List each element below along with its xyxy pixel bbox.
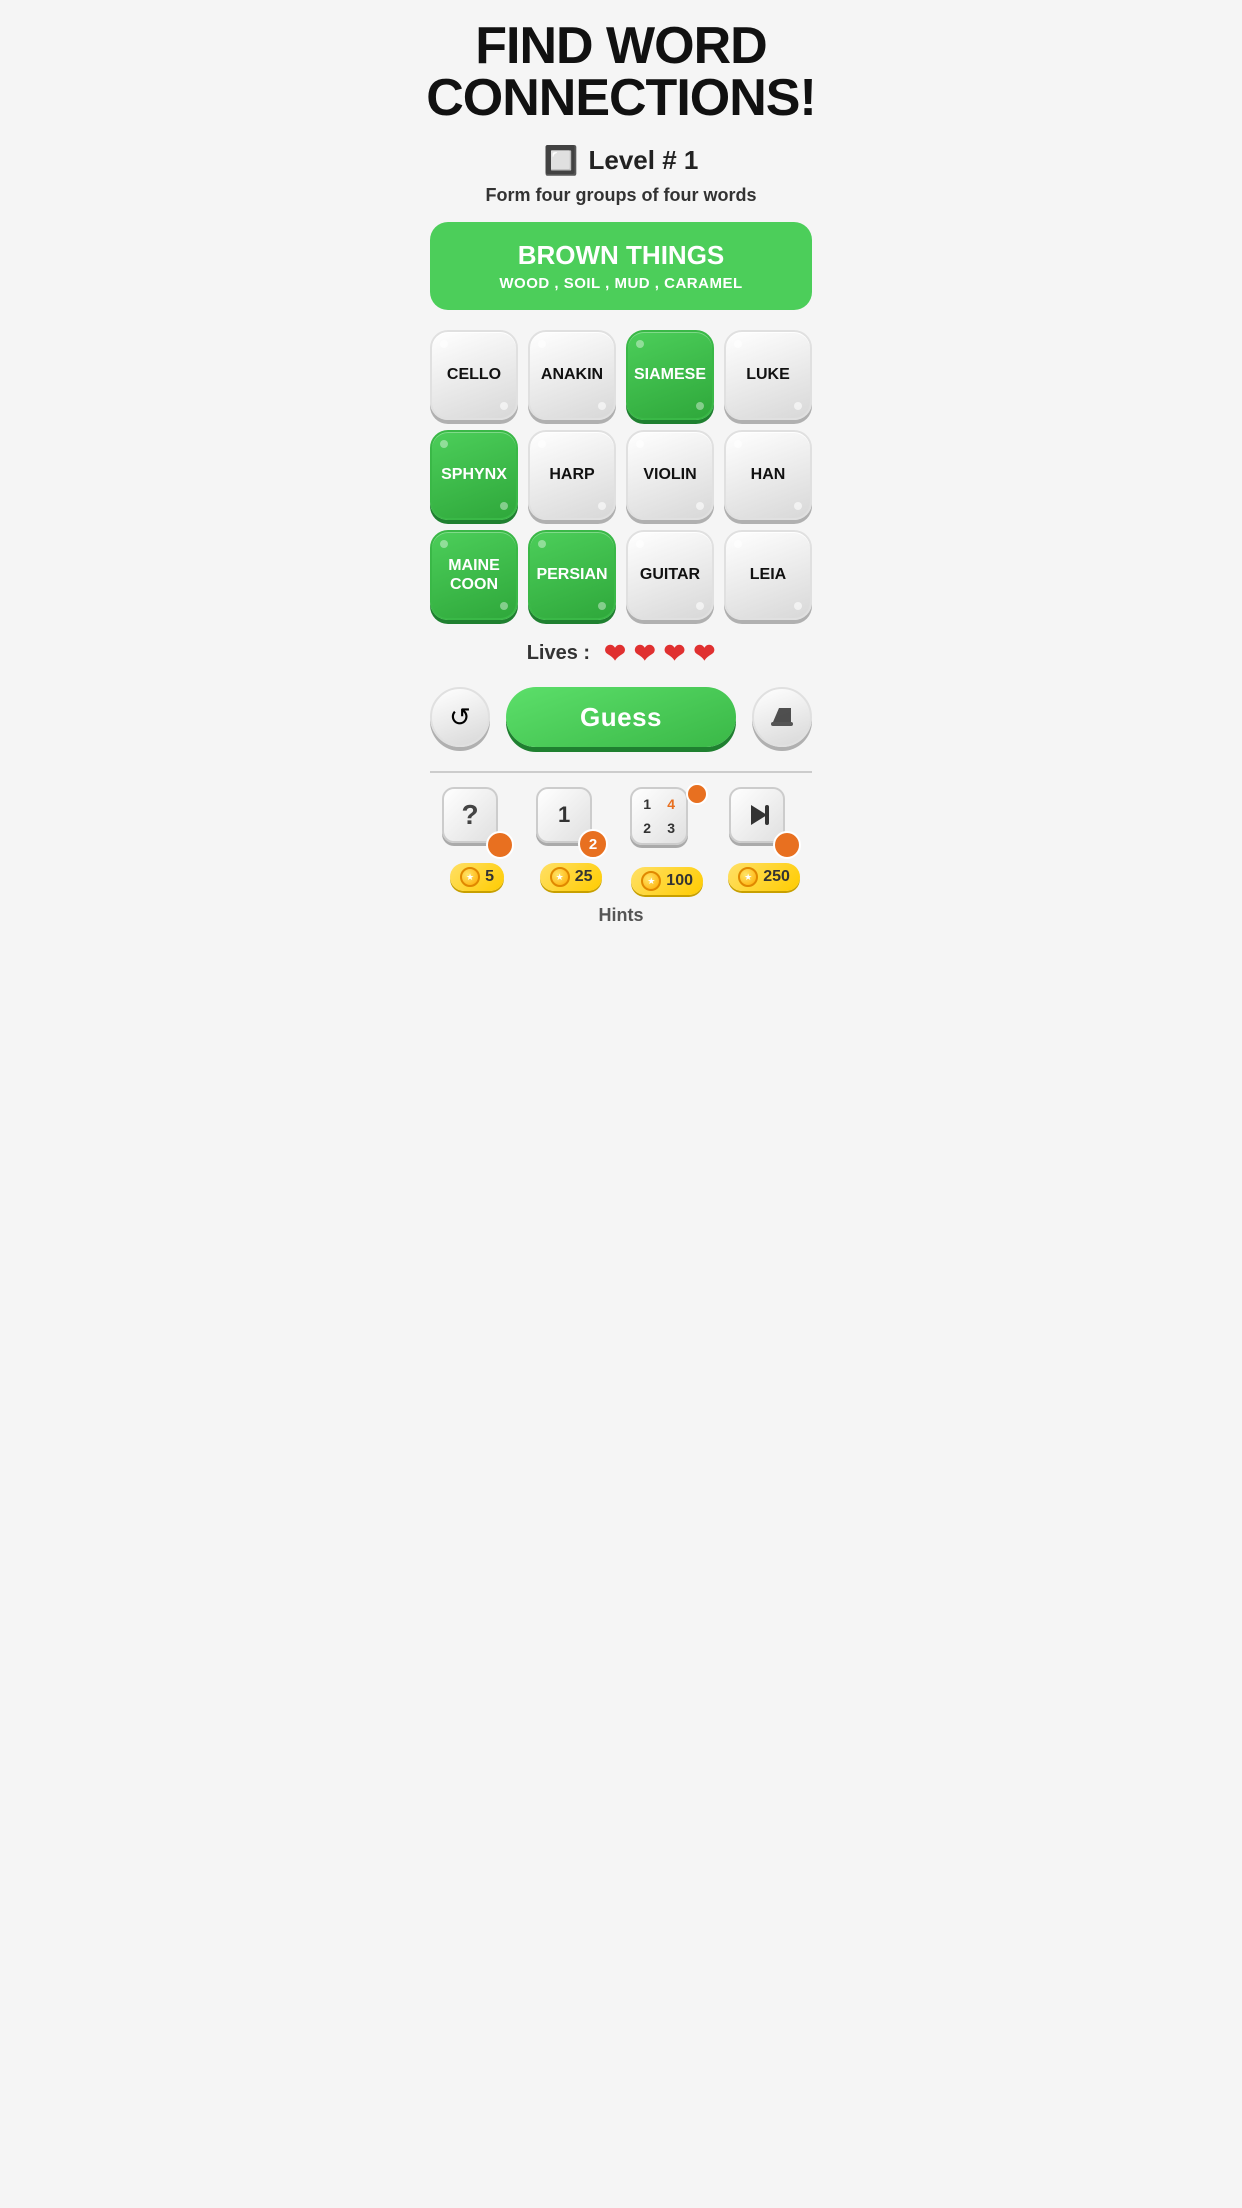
tile-persian[interactable]: PERSIAN <box>528 530 616 620</box>
hint-cost-25: ★ 25 <box>540 863 603 891</box>
hint-number123[interactable]: 1 4 2 3 ★ 100 <box>630 787 704 895</box>
hint-number123-badge <box>686 783 708 805</box>
coin-icon-1: ★ <box>460 867 480 887</box>
solved-category-words: WOOD , SOIL , MUD , CARAMEL <box>450 275 792 292</box>
hints-section: ? ★ 5 1 2 ★ 25 <box>430 771 812 926</box>
tile-guitar[interactable]: GUITAR <box>626 530 714 620</box>
coin-icon-2: ★ <box>550 867 570 887</box>
level-text: Level # 1 <box>589 145 699 176</box>
tile-anakin[interactable]: ANAKIN <box>528 330 616 420</box>
guess-button[interactable]: Guess <box>506 687 736 747</box>
hint-number12-badge: 2 <box>578 829 608 859</box>
word-grid: CELLO ANAKIN SIAMESE LUKE SPHYNX HARP <box>430 330 812 620</box>
heart-1: ❤ <box>604 638 626 669</box>
eraser-button[interactable] <box>752 687 812 747</box>
tile-maine-coon[interactable]: MAINE COON <box>430 530 518 620</box>
tile-sphynx[interactable]: SPHYNX <box>430 430 518 520</box>
tile-han[interactable]: HAN <box>724 430 812 520</box>
hint-cost-100: ★ 100 <box>631 867 703 895</box>
eraser-icon <box>769 704 795 730</box>
heart-2: ❤ <box>634 638 656 669</box>
tile-luke[interactable]: LUKE <box>724 330 812 420</box>
hint-cost-250: ★ 250 <box>728 863 800 891</box>
hint-cost-text-1: 5 <box>485 868 494 886</box>
hint-cost-text-2: 25 <box>575 868 593 886</box>
lives-label: Lives : <box>527 642 590 665</box>
tile-leia[interactable]: LEIA <box>724 530 812 620</box>
coin-icon-4: ★ <box>738 867 758 887</box>
lives-row: Lives : ❤ ❤ ❤ ❤ <box>527 638 716 669</box>
coin-icon-3: ★ <box>641 871 661 891</box>
hint-number123-card: 1 4 2 3 <box>630 787 688 845</box>
hint-number12[interactable]: 1 2 ★ 25 <box>536 787 606 891</box>
tile-harp[interactable]: HARP <box>528 430 616 520</box>
hint-cost-text-4: 250 <box>763 868 790 886</box>
shuffle-button[interactable]: ↺ <box>430 687 490 747</box>
level-row: 🔲 Level # 1 <box>544 144 699 177</box>
heart-4: ❤ <box>693 638 715 669</box>
level-icon: 🔲 <box>544 144 579 177</box>
heart-3: ❤ <box>664 638 686 669</box>
hint-question[interactable]: ? ★ 5 <box>442 787 512 891</box>
play-icon <box>743 801 771 829</box>
solved-category-card: BROWN THINGS WOOD , SOIL , MUD , CARAMEL <box>430 222 812 310</box>
action-row: ↺ Guess <box>430 687 812 747</box>
hint-cost-text-3: 100 <box>666 872 693 890</box>
hint-play-badge <box>773 831 801 859</box>
tile-cello[interactable]: CELLO <box>430 330 518 420</box>
tile-siamese[interactable]: SIAMESE <box>626 330 714 420</box>
subtitle: Form four groups of four words <box>486 185 757 206</box>
hint-question-badge <box>486 831 514 859</box>
hints-row: ? ★ 5 1 2 ★ 25 <box>430 787 812 895</box>
hint-cost-5: ★ 5 <box>450 863 504 891</box>
app-container: FIND WORDCONNECTIONS! 🔲 Level # 1 Form f… <box>414 0 828 936</box>
tile-violin[interactable]: VIOLIN <box>626 430 714 520</box>
hint-play[interactable]: ★ 250 <box>728 787 800 891</box>
main-title: FIND WORDCONNECTIONS! <box>426 20 816 124</box>
solved-category-title: BROWN THINGS <box>450 240 792 271</box>
hints-label: Hints <box>430 905 812 926</box>
